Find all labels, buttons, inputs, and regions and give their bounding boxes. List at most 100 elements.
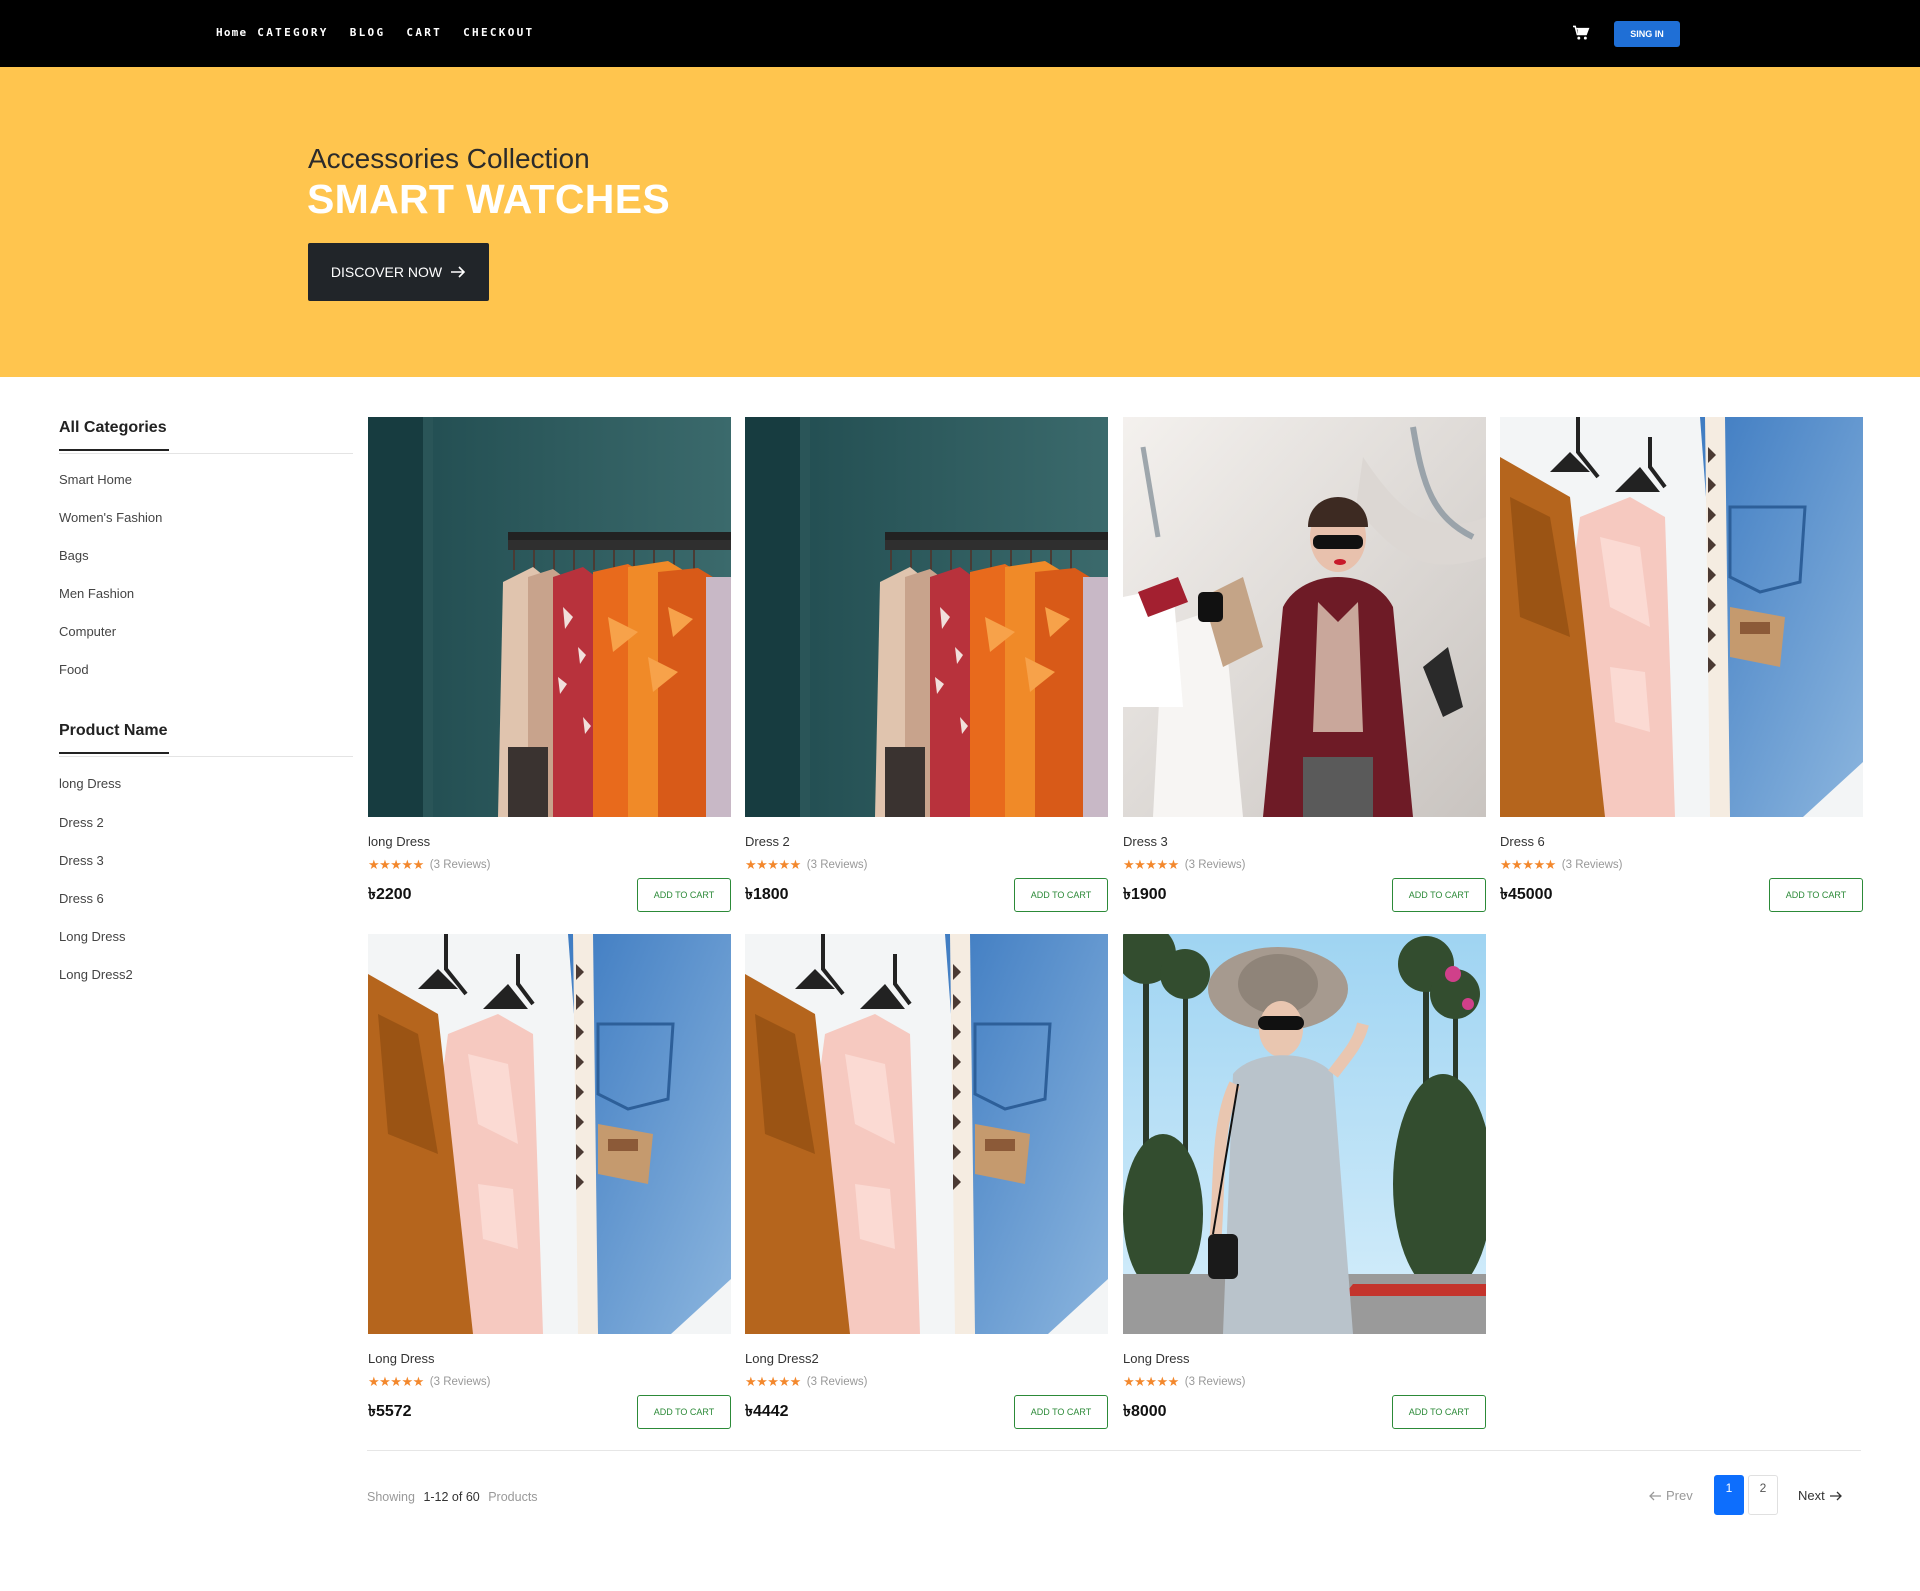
category-item[interactable]: Men Fashion	[59, 586, 134, 601]
product-name-item[interactable]: Dress 6	[59, 891, 104, 906]
cart-icon[interactable]	[1572, 25, 1590, 41]
nav-checkout-link[interactable]: CHECKOUT	[463, 26, 534, 39]
product-name[interactable]: Long Dress	[1123, 1351, 1189, 1366]
rating: ★★★★★ (3 Reviews)	[1123, 857, 1246, 873]
products-label: Products	[488, 1490, 538, 1504]
nav-blog-link[interactable]: BLOG	[350, 26, 386, 39]
review-count: (3 Reviews)	[1561, 859, 1623, 871]
star-icon: ★★★★★	[745, 1374, 801, 1389]
categories-heading: All Categories	[59, 419, 167, 436]
product-image[interactable]	[745, 934, 1108, 1334]
product-card[interactable]: Long Dress ★★★★★ (3 Reviews) ৳8000 ADD T…	[1123, 934, 1486, 1429]
product-image[interactable]	[1123, 934, 1486, 1334]
prev-label: Prev	[1666, 1488, 1693, 1503]
review-count: (3 Reviews)	[1184, 1376, 1246, 1388]
product-image[interactable]	[368, 417, 731, 817]
product-price: ৳1800	[745, 886, 789, 903]
review-count: (3 Reviews)	[1184, 859, 1246, 871]
next-label: Next	[1798, 1488, 1825, 1503]
results-range: 1-12 of 60	[423, 1490, 480, 1504]
next-page-button[interactable]: Next	[1798, 1488, 1843, 1503]
nav-cart-link[interactable]: CART	[406, 26, 442, 39]
product-image[interactable]	[745, 417, 1108, 817]
add-to-cart-button[interactable]: ADD TO CART	[1014, 1395, 1108, 1429]
review-count: (3 Reviews)	[806, 1376, 868, 1388]
product-card[interactable]: Dress 6 ★★★★★ (3 Reviews) ৳45000 ADD TO …	[1500, 417, 1863, 912]
page-2-button[interactable]: 2	[1748, 1475, 1778, 1515]
product-name-item[interactable]: Long Dress2	[59, 967, 133, 982]
product-image[interactable]	[1500, 417, 1863, 817]
product-name-divider	[59, 756, 353, 757]
product-name[interactable]: Dress 2	[745, 834, 790, 849]
product-card[interactable]: Long Dress ★★★★★ (3 Reviews) ৳5572 ADD T…	[368, 934, 731, 1429]
rating: ★★★★★ (3 Reviews)	[745, 857, 868, 873]
star-icon: ★★★★★	[1500, 857, 1556, 872]
navbar: Home CATEGORY BLOG CART CHECKOUT SING IN	[0, 0, 1920, 67]
rating: ★★★★★ (3 Reviews)	[745, 1374, 868, 1390]
nav-category-link[interactable]: CATEGORY	[257, 26, 328, 39]
product-name-item[interactable]: long Dress	[59, 776, 121, 791]
product-card[interactable]: Long Dress2 ★★★★★ (3 Reviews) ৳4442 ADD …	[745, 934, 1108, 1429]
discover-now-label: DISCOVER NOW	[330, 264, 443, 280]
product-name[interactable]: Long Dress	[368, 1351, 434, 1366]
category-item[interactable]: Food	[59, 662, 89, 677]
product-price: ৳4442	[745, 1403, 789, 1420]
results-summary: Showing 1-12 of 60 Products	[367, 1490, 538, 1504]
nav-home-link[interactable]: Home	[216, 26, 247, 39]
rating: ★★★★★ (3 Reviews)	[368, 1374, 491, 1390]
add-to-cart-button[interactable]: ADD TO CART	[637, 1395, 731, 1429]
star-icon: ★★★★★	[745, 857, 801, 872]
product-image[interactable]	[368, 934, 731, 1334]
product-price: ৳5572	[368, 1403, 412, 1420]
signin-button[interactable]: SING IN	[1614, 21, 1680, 47]
product-price: ৳2200	[368, 886, 412, 903]
rating: ★★★★★ (3 Reviews)	[1500, 857, 1623, 873]
add-to-cart-button[interactable]: ADD TO CART	[1769, 878, 1863, 912]
showing-label: Showing	[367, 1490, 415, 1504]
product-price: ৳1900	[1123, 886, 1167, 903]
categories-heading-underline	[59, 449, 169, 451]
star-icon: ★★★★★	[1123, 1374, 1179, 1389]
product-card[interactable]: Dress 3 ★★★★★ (3 Reviews) ৳1900 ADD TO C…	[1123, 417, 1486, 912]
review-count: (3 Reviews)	[806, 859, 868, 871]
product-name-heading: Product Name	[59, 722, 168, 739]
product-card[interactable]: long Dress ★★★★★ (3 Reviews) ৳2200 ADD T…	[368, 417, 731, 912]
star-icon: ★★★★★	[1123, 857, 1179, 872]
add-to-cart-button[interactable]: ADD TO CART	[1014, 878, 1108, 912]
product-name-heading-underline	[59, 752, 169, 754]
add-to-cart-button[interactable]: ADD TO CART	[1392, 878, 1486, 912]
page-1-button[interactable]: 1	[1714, 1475, 1744, 1515]
product-name-item[interactable]: Dress 3	[59, 853, 104, 868]
product-card[interactable]: Dress 2 ★★★★★ (3 Reviews) ৳1800 ADD TO C…	[745, 417, 1108, 912]
arrow-right-icon	[451, 266, 466, 278]
review-count: (3 Reviews)	[429, 859, 491, 871]
product-name[interactable]: Dress 3	[1123, 834, 1168, 849]
star-icon: ★★★★★	[368, 857, 424, 872]
arrow-right-icon	[1829, 1491, 1842, 1500]
product-name[interactable]: Dress 6	[1500, 834, 1545, 849]
nav-links: Home CATEGORY BLOG CART CHECKOUT	[216, 26, 555, 39]
product-name[interactable]: long Dress	[368, 834, 430, 849]
hero-banner: Accessories Collection SMART WATCHES DIS…	[0, 67, 1920, 377]
product-image[interactable]	[1123, 417, 1486, 817]
prev-page-button[interactable]: Prev	[1648, 1488, 1693, 1503]
product-price: ৳45000	[1500, 886, 1553, 903]
category-item[interactable]: Women's Fashion	[59, 510, 162, 525]
results-divider	[367, 1450, 1861, 1451]
review-count: (3 Reviews)	[429, 1376, 491, 1388]
product-name-item[interactable]: Dress 2	[59, 815, 104, 830]
category-item[interactable]: Computer	[59, 624, 116, 639]
discover-now-button[interactable]: DISCOVER NOW	[308, 243, 489, 301]
product-name[interactable]: Long Dress2	[745, 1351, 819, 1366]
rating: ★★★★★ (3 Reviews)	[368, 857, 491, 873]
hero-title: SMART WATCHES	[307, 176, 671, 222]
category-item[interactable]: Smart Home	[59, 472, 132, 487]
product-name-item[interactable]: Long Dress	[59, 929, 125, 944]
hero-subtitle: Accessories Collection	[308, 143, 590, 174]
categories-divider	[59, 453, 353, 454]
add-to-cart-button[interactable]: ADD TO CART	[637, 878, 731, 912]
add-to-cart-button[interactable]: ADD TO CART	[1392, 1395, 1486, 1429]
rating: ★★★★★ (3 Reviews)	[1123, 1374, 1246, 1390]
category-item[interactable]: Bags	[59, 548, 89, 563]
arrow-left-icon	[1649, 1491, 1661, 1500]
